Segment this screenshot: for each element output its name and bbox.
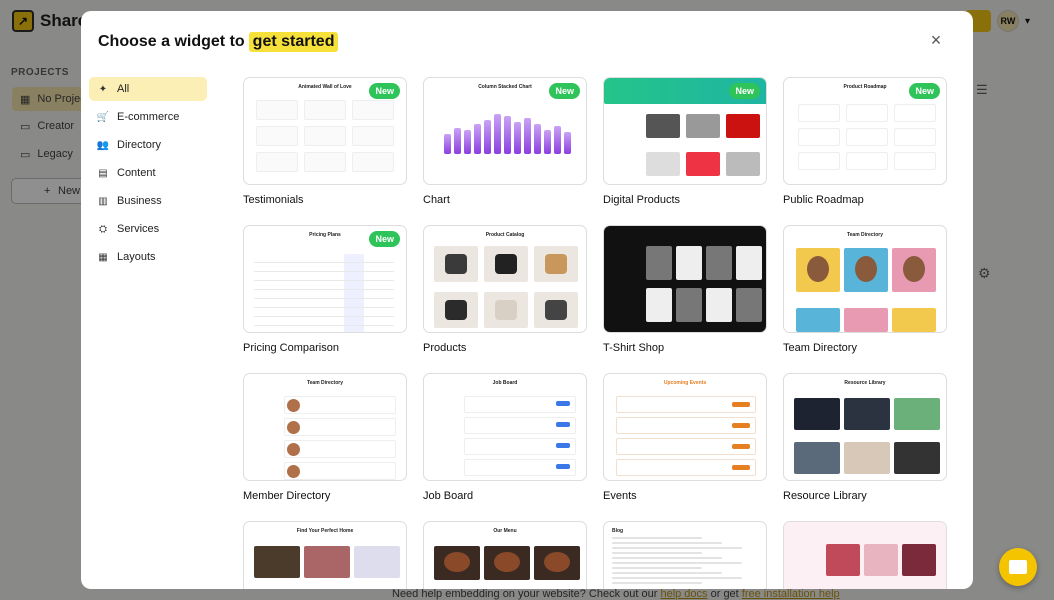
widget-card-products[interactable]: Product Catalog Products	[423, 225, 587, 354]
new-badge: New	[729, 83, 760, 99]
preview-title: Resource Library	[844, 380, 886, 386]
widget-label: Public Roadmap	[783, 194, 864, 206]
widget-thumbnail: Find Your Perfect Home	[243, 521, 407, 589]
widget-label: Job Board	[423, 490, 474, 502]
widget-label: Team Directory	[783, 342, 857, 354]
widget-card-preview-12[interactable]: Find Your Perfect Home	[243, 521, 407, 589]
new-badge: New	[549, 83, 580, 99]
category-directory[interactable]: 👥 Directory	[89, 133, 207, 157]
category-label: Services	[117, 223, 160, 235]
widget-label: Digital Products	[603, 194, 681, 206]
widget-thumbnail: Digital ProductsNew	[603, 77, 767, 185]
category-e-commerce[interactable]: 🛒 E-commerce	[89, 105, 207, 129]
widget-thumbnail: Our Services	[783, 521, 947, 589]
widget-thumbnail: Upcoming Events	[603, 373, 767, 481]
new-badge: New	[369, 231, 400, 247]
widget-thumbnail: Job Board	[423, 373, 587, 481]
widget-label: Events	[603, 490, 637, 502]
widget-card-digital-products[interactable]: Digital ProductsNew Digital Products	[603, 77, 767, 206]
widget-thumbnail: Team Directory	[243, 373, 407, 481]
widget-card-public-roadmap[interactable]: Product Roadmap New Public Roadmap	[783, 77, 947, 206]
widget-thumbnail: Animated Wall of Love New	[243, 77, 407, 185]
category-label: Business	[117, 195, 162, 207]
category-label: All	[117, 83, 130, 95]
widget-thumbnail: Column Stacked Chart New	[423, 77, 587, 185]
widget-card-resource-library[interactable]: Resource Library Resource Library	[783, 373, 947, 502]
widget-card-t-shirt-shop[interactable]: NEW ARRIVALS T-Shirt Shop	[603, 225, 767, 354]
preview-title: Team Directory	[846, 232, 884, 238]
category-content[interactable]: ▤ Content	[89, 161, 207, 185]
chat-button[interactable]	[999, 548, 1037, 586]
new-badge: New	[369, 83, 400, 99]
close-icon[interactable]: ×	[927, 31, 945, 49]
modal-title: Choose a widget to get started	[98, 32, 339, 52]
widget-thumbnail: Resource Library	[783, 373, 947, 481]
category-label: Directory	[117, 139, 162, 151]
widget-label: T-Shirt Shop	[603, 342, 665, 354]
widget-thumbnail: Product Roadmap New	[783, 77, 947, 185]
widget-label: Chart	[423, 194, 450, 206]
briefcase-icon: ▥	[98, 195, 108, 207]
widget-picker-modal: Choose a widget to get started × ✦ All 🛒 E-…	[81, 11, 973, 589]
widget-label: Products	[423, 342, 467, 354]
widget-card-chart[interactable]: Column Stacked Chart New Chart	[423, 77, 587, 206]
cart-icon: 🛒	[96, 111, 110, 123]
category-services[interactable]: ⛭ Services	[89, 217, 207, 241]
document-icon: ▤	[98, 167, 108, 179]
widget-thumbnail: Team Directory	[783, 225, 947, 333]
widget-label: Resource Library	[783, 490, 867, 502]
widget-card-testimonials[interactable]: Animated Wall of Love New Testimonials	[243, 77, 407, 206]
sparkle-icon: ✦	[98, 83, 108, 95]
category-list: ✦ All 🛒 E-commerce 👥 Directory ▤ Content ▥ Busine…	[89, 77, 207, 273]
widget-card-pricing-comparison[interactable]: Pricing Plans New Pricing Comparison	[243, 225, 407, 354]
chat-icon	[1009, 560, 1027, 574]
category-label: E-commerce	[117, 111, 180, 123]
preview-title: Our Menu	[493, 528, 517, 534]
category-label: Content	[117, 167, 156, 179]
service-bell-icon: ⛭	[99, 223, 107, 235]
widget-label: Pricing Comparison	[243, 342, 339, 354]
widget-label: Member Directory	[243, 490, 331, 502]
widget-card-preview-13[interactable]: Our Menu	[423, 521, 587, 589]
widget-card-member-directory[interactable]: Team Directory Member Directory	[243, 373, 407, 502]
widget-card-events[interactable]: Upcoming Events Events	[603, 373, 767, 502]
layout-grid-icon: ▦	[98, 251, 108, 263]
new-badge: New	[909, 83, 940, 99]
widget-card-preview-14[interactable]: Blog	[603, 521, 767, 589]
category-business[interactable]: ▥ Business	[89, 189, 207, 213]
widget-card-team-directory[interactable]: Team Directory Team Directory	[783, 225, 947, 354]
preview-title: Product Catalog	[485, 232, 525, 238]
preview-title: Blog	[612, 528, 624, 534]
widget-thumbnail: NEW ARRIVALS	[603, 225, 767, 333]
modal-title-highlight: get started	[248, 32, 339, 52]
widget-thumbnail: Blog	[603, 521, 767, 589]
widget-thumbnail: Pricing Plans New	[243, 225, 407, 333]
widget-card-preview-15[interactable]: Our Services	[783, 521, 947, 589]
category-layouts[interactable]: ▦ Layouts	[89, 245, 207, 269]
preview-title: Team Directory	[306, 380, 344, 386]
widget-thumbnail: Product Catalog	[423, 225, 587, 333]
widget-thumbnail: Our Menu	[423, 521, 587, 589]
category-label: Layouts	[117, 251, 156, 263]
preview-title: Find Your Perfect Home	[296, 528, 354, 534]
category-all[interactable]: ✦ All	[89, 77, 207, 101]
widget-card-job-board[interactable]: Job Board Job Board	[423, 373, 587, 502]
preview-title: Job Board	[492, 380, 518, 386]
people-icon: 👥	[96, 139, 110, 151]
widget-label: Testimonials	[243, 194, 304, 206]
preview-title: Upcoming Events	[663, 380, 707, 386]
modal-title-prefix: Choose a widget to	[98, 33, 245, 50]
